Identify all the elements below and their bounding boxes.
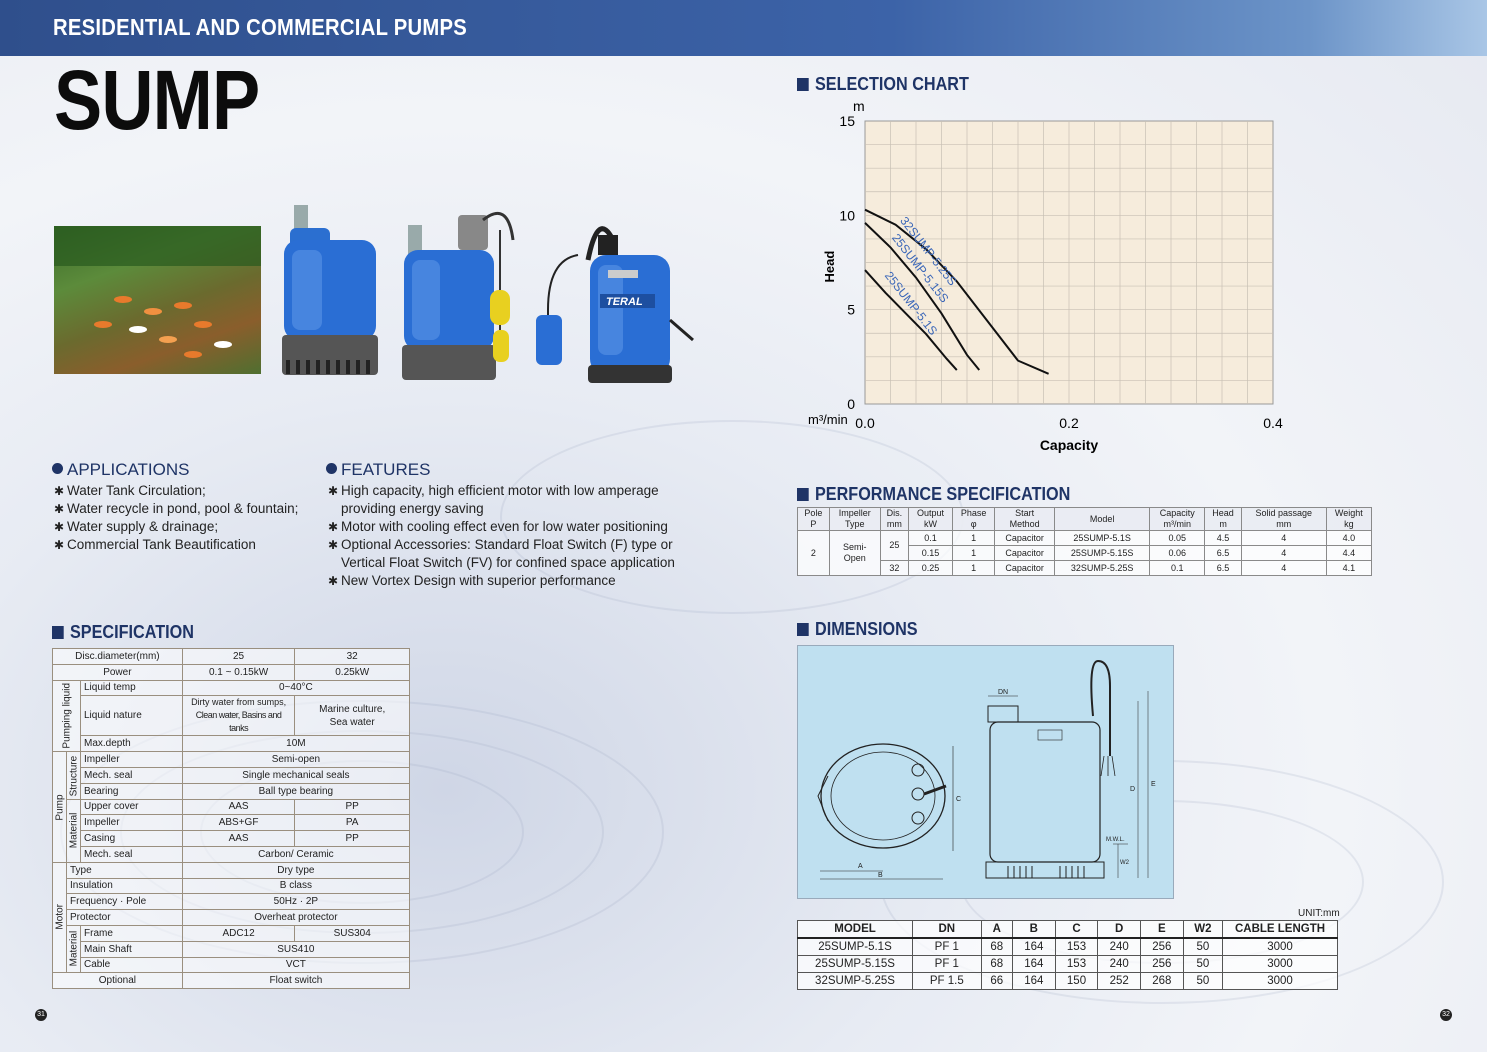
list-item: ✱ Water supply & drainage; bbox=[54, 519, 219, 534]
y-unit-label: m bbox=[853, 98, 865, 114]
table-row: Material Frame ADC12 SUS304 bbox=[53, 924, 410, 973]
dim-label-w2: W2 bbox=[1120, 860, 1130, 866]
pond-photo bbox=[54, 226, 261, 374]
y-tick-label: 10 bbox=[839, 207, 855, 223]
list-item: ✱ Commercial Tank Beautification bbox=[54, 537, 256, 552]
pump-photos: TERAL bbox=[282, 205, 694, 383]
dim-label-b: B bbox=[878, 872, 883, 879]
table-row: Material Upper cover AAS PP bbox=[53, 798, 410, 863]
table-row: Disc.diameter(mm) 25 32 bbox=[52, 648, 410, 665]
category-title: RESIDENTIAL AND COMMERCIAL PUMPS bbox=[53, 14, 468, 40]
table-row: 2 Semi- Open 25 0.1 1 Capacitor 25SUMP-5.1S 0… bbox=[797, 530, 1373, 576]
dim-label-d: D bbox=[1130, 786, 1135, 793]
table-row: Power 0.1 ~ 0.15kW 0.25kW bbox=[52, 663, 410, 681]
table-row: Insulation B class bbox=[53, 877, 411, 895]
x-tick-label: 0.0 bbox=[855, 415, 875, 431]
x-tick-label: 0.2 bbox=[1059, 415, 1079, 431]
pump-3-image: TERAL bbox=[536, 226, 694, 383]
table-row: Protector Overheat protector bbox=[53, 909, 411, 926]
table-row: Optional Float switch bbox=[52, 972, 411, 990]
list-item: ✱ Optional Accessories: Standard Float Sw… bbox=[328, 537, 675, 570]
page-number-right: 32 bbox=[1440, 1009, 1452, 1021]
specification-table: Disc.diameter(mm) 25 32 Power 0.1 ~ 0.15kW 0… bbox=[52, 648, 411, 990]
dim-label-c: C bbox=[956, 796, 961, 803]
dim-label-a: A bbox=[858, 863, 863, 870]
header-bar: RESIDENTIAL AND COMMERCIAL PUMPS bbox=[0, 0, 1487, 56]
pump-2-image bbox=[402, 211, 515, 380]
y-tick-label: 15 bbox=[839, 113, 855, 129]
table-row: 32 0.25 1 Capacitor 32SUMP-5.25S 0.1 6.5 4 4.1 bbox=[798, 560, 1373, 576]
list-item: ✱ High capacity, high efficient motor wit… bbox=[328, 483, 659, 516]
table-row: 25SUMP-5.15S PF 1 68 164 153 240 256 50 3000 bbox=[797, 955, 1338, 973]
teral-logo-text: TERAL bbox=[606, 296, 643, 308]
list-item: ✱ Motor with cooling effect even for low … bbox=[328, 519, 668, 534]
table-row: Cable VCT bbox=[53, 956, 411, 974]
table-row: Impeller ABS+GF PA bbox=[53, 814, 410, 832]
specification-heading: SPECIFICATION bbox=[52, 622, 194, 643]
table-row: Main Shaft SUS410 bbox=[53, 940, 411, 958]
performance-table: Pole P Impeller Type Dis. mm Output kW Phase… bbox=[797, 507, 1373, 576]
list-item: ✱ Water Tank Circulation; bbox=[54, 483, 206, 498]
table-row: Casing AAS PP bbox=[53, 830, 410, 847]
applications-heading: APPLICATIONS bbox=[52, 460, 190, 480]
page-title: SUMP bbox=[54, 53, 260, 147]
table-header-row: MODEL DN A B C D E W2 CABLE LENGTH bbox=[797, 920, 1338, 939]
applications-list: ✱ Water Tank Circulation; ✱ Water recycle … bbox=[54, 482, 298, 554]
table-row: Mech. seal Carbon/ Ceramic bbox=[53, 845, 411, 863]
dim-label-e: E bbox=[1151, 781, 1156, 788]
table-row: 25SUMP-5.1S PF 1 68 164 153 240 256 50 3000 bbox=[797, 937, 1338, 956]
dimensions-heading: DIMENSIONS bbox=[797, 619, 918, 640]
dimension-drawing: A B C DN D E M.W.L. W2 bbox=[797, 645, 1174, 899]
table-row: Pumping liquid Liquid temp 0~40°C bbox=[52, 679, 411, 752]
page-number-left: 31 bbox=[35, 1009, 47, 1021]
table-row: Pump Structure Impeller Semi-open bbox=[52, 751, 411, 863]
side-view-drawing: DN D E M.W.L. W2 bbox=[985, 659, 1156, 879]
dim-label-dn: DN bbox=[998, 689, 1008, 696]
selection-chart: 32SUMP-5.25S25SUMP-5.15S25SUMP-5.1S 0510… bbox=[808, 98, 1283, 453]
list-item: ✱ New Vortex Design with superior perform… bbox=[328, 573, 616, 588]
table-row: Motor Type Dry type bbox=[52, 861, 411, 973]
top-view-drawing: A B C bbox=[817, 743, 961, 880]
table-row: Liquid nature Dirty water from sumps, Clea… bbox=[53, 695, 410, 737]
table-row: 32SUMP-5.25S PF 1.5 66 164 150 252 268 50 3000 bbox=[797, 972, 1338, 990]
x-tick-label: 0.4 bbox=[1263, 415, 1283, 431]
dim-label-mwl: M.W.L. bbox=[1106, 837, 1125, 843]
table-header-row: Pole P Impeller Type Dis. mm Output kW Phase… bbox=[797, 507, 1373, 531]
y-tick-label: 0 bbox=[847, 396, 855, 412]
table-row: Max.depth 10M bbox=[53, 735, 411, 753]
features-heading: FEATURES bbox=[326, 460, 430, 480]
y-axis-label: Head bbox=[822, 251, 837, 283]
list-item: ✱ Water recycle in pond, pool & fountain; bbox=[54, 501, 299, 516]
pump-1-image bbox=[282, 205, 378, 375]
selection-chart-heading: SELECTION CHART bbox=[797, 74, 969, 95]
x-unit-label: m³/min bbox=[808, 412, 848, 427]
unit-label: UNIT:mm bbox=[1298, 908, 1340, 919]
performance-heading: PERFORMANCE SPECIFICATION bbox=[797, 484, 1070, 505]
x-axis-label: Capacity bbox=[1040, 437, 1099, 453]
table-row: Frequency · Pole 50Hz · 2P bbox=[53, 893, 411, 911]
table-row: Bearing Ball type bearing bbox=[53, 782, 411, 800]
dimensions-table: MODEL DN A B C D E W2 CABLE LENGTH 25SUMP-5.1S PF… bbox=[797, 920, 1338, 990]
y-tick-label: 5 bbox=[847, 302, 855, 318]
features-list: ✱ High capacity, high efficient motor wit… bbox=[328, 482, 675, 590]
table-row: Mech. seal Single mechanical seals bbox=[53, 766, 411, 784]
